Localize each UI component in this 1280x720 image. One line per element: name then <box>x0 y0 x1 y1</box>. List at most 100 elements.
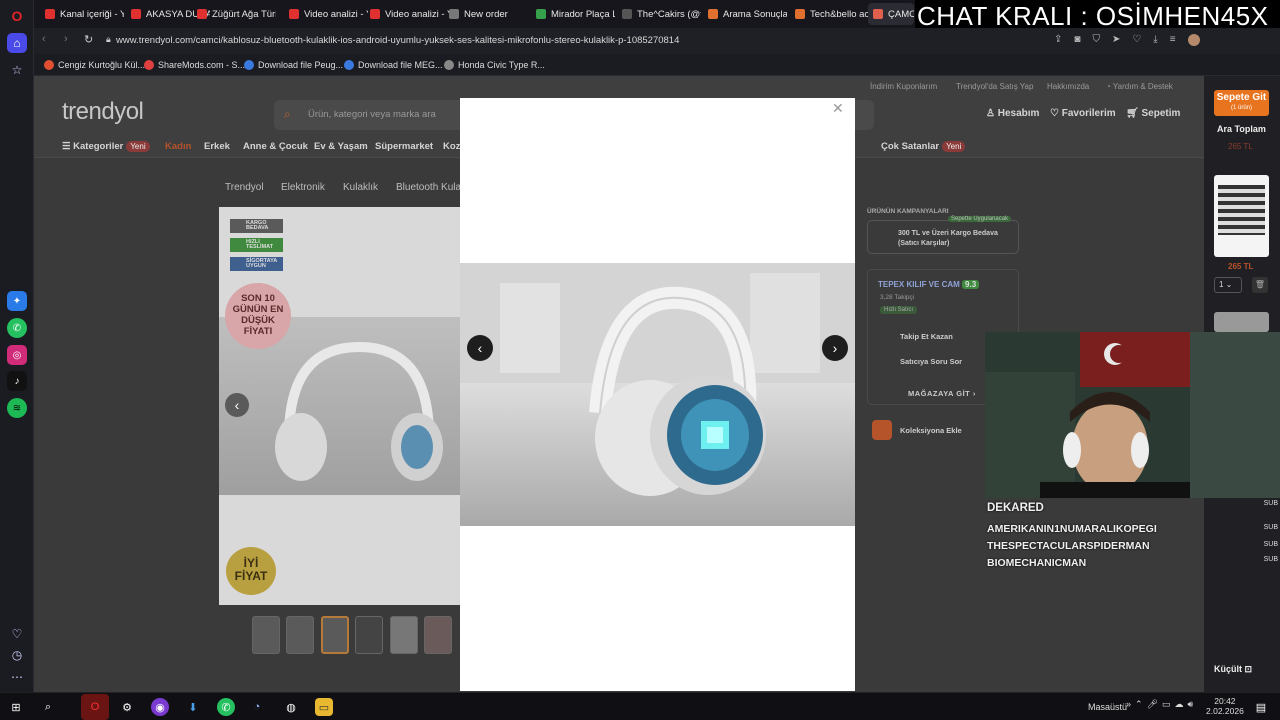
browser-tab[interactable]: New order <box>444 3 528 25</box>
windows-start-icon[interactable]: ⊞ <box>7 698 25 716</box>
thumbnail[interactable] <box>355 616 383 654</box>
nav-item-bestsellers[interactable]: Çok Satanlar Yeni <box>881 141 966 152</box>
prev-image-button[interactable]: ‹ <box>225 393 249 417</box>
browser-tab[interactable]: Video analizi - Yo <box>365 3 449 25</box>
browser-tab[interactable]: ÇAMCI K <box>868 3 914 25</box>
thumbnail[interactable] <box>424 616 452 654</box>
collection-icon[interactable] <box>872 420 892 440</box>
add-to-collection-link[interactable]: Koleksiyona Ekle <box>900 426 962 435</box>
menu-icon[interactable]: ≡ <box>1170 34 1176 48</box>
top-link[interactable]: Hakkımızda <box>1047 82 1089 91</box>
subtotal-value: 265 TL <box>1228 142 1253 151</box>
search-icon: ⌕ <box>284 107 291 121</box>
send-icon[interactable]: ➤ <box>1112 34 1120 48</box>
messenger-icon[interactable]: ✦ <box>7 291 27 311</box>
top-link[interactable]: Trendyol'da Satış Yap <box>956 82 1033 91</box>
browser-tab[interactable]: Tech&bello acce <box>790 3 874 25</box>
discord-icon[interactable]: ◉ <box>151 698 169 716</box>
opera-taskbar-icon[interactable]: O <box>81 694 109 720</box>
tab-favicon-icon <box>708 9 718 19</box>
bookmark-item[interactable]: Honda Civic Type R... <box>444 58 545 72</box>
whatsapp-icon[interactable]: ✆ <box>7 318 27 338</box>
thumbnail-selected[interactable] <box>321 616 349 654</box>
browser-tab[interactable]: Arama Sonuçları <box>703 3 787 25</box>
desktop-label[interactable]: Masaüstü <box>1088 702 1127 712</box>
top-link[interactable]: İndirim Kuponlarım <box>870 82 937 91</box>
browser-tab[interactable]: Kanal içeriği - Yo <box>40 3 124 25</box>
notification-icon[interactable]: ▤ <box>1252 698 1270 716</box>
browser-tab[interactable]: Mirador Plaça La <box>531 3 615 25</box>
home-icon[interactable]: ⌂ <box>7 33 27 53</box>
campaign-box[interactable]: Sepette Uygulanacak 300 TL ve Üzeri Karg… <box>867 216 1019 254</box>
bookmark-item[interactable]: Cengiz Kurtoğlu Kül... <box>44 58 145 72</box>
download-icon[interactable]: ⤓ <box>1153 34 1157 48</box>
history-icon[interactable]: ◷ <box>7 645 27 665</box>
opera-logo-icon[interactable]: O <box>7 6 27 26</box>
thumbnail[interactable] <box>252 616 280 654</box>
nav-item[interactable]: Ev & Yaşam <box>314 141 368 152</box>
modal-prev-button[interactable]: ‹ <box>467 335 493 361</box>
breadcrumb-item[interactable]: Trendyol <box>225 182 264 193</box>
instagram-icon[interactable]: ◎ <box>7 345 27 365</box>
quantity-select[interactable]: 1 ⌄ <box>1214 277 1242 293</box>
file-explorer-icon[interactable]: ▭ <box>315 698 333 716</box>
steam-icon[interactable]: ⚙ <box>118 698 136 716</box>
seller-name[interactable]: TEPEX KILIF VE CAM 9.3 <box>878 280 980 289</box>
back-icon[interactable]: ‹ <box>42 33 46 45</box>
camera-icon[interactable]: ◙ <box>1074 34 1080 48</box>
reload-icon[interactable]: ↻ <box>84 33 93 46</box>
clock[interactable]: 20:42 2.02.2026 <box>1206 696 1244 716</box>
trash-icon[interactable]: 🗑︎ <box>1252 277 1268 293</box>
thumbnail[interactable] <box>390 616 418 654</box>
close-icon[interactable]: ✕ <box>832 100 844 117</box>
bookmark-item[interactable]: Download file Peug... <box>244 58 343 72</box>
bookmark-item[interactable]: ShareMods.com - S... <box>144 58 245 72</box>
browser-tab[interactable]: The^Cakirs (@th <box>617 3 701 25</box>
whatsapp-taskbar-icon[interactable]: ✆ <box>217 698 235 716</box>
share-icon[interactable]: ⇪ <box>1054 34 1062 48</box>
bookmark-item[interactable]: Download file MEG... <box>344 58 443 72</box>
steam-taskbar-icon[interactable]: ◔ <box>248 698 266 716</box>
help-link[interactable]: ◔ Yardım & Destek <box>1106 82 1173 91</box>
categories-menu[interactable]: ☰ Kategoriler Yeni <box>62 141 150 152</box>
basket-item-image-2[interactable] <box>1214 312 1269 332</box>
breadcrumb-item[interactable]: Kulaklık <box>343 182 378 193</box>
url-field[interactable]: www.trendyol.com/camci/kablosuz-bluetoot… <box>116 32 1116 50</box>
obs-icon[interactable]: ◍ <box>282 698 300 716</box>
heart-icon[interactable]: ♡ <box>7 624 27 644</box>
profile-avatar[interactable] <box>1187 34 1200 46</box>
nav-item[interactable]: Koz <box>443 141 460 152</box>
browser-tab[interactable]: Video analizi - Yo <box>284 3 368 25</box>
spotify-icon[interactable]: ≋ <box>7 398 27 418</box>
breadcrumb-item[interactable]: Elektronik <box>281 182 325 193</box>
more-icon[interactable]: ⋯ <box>7 667 27 687</box>
thumbnail[interactable] <box>286 616 314 654</box>
tray-icons[interactable]: »⌃🎤︎▭☁🔊︎ <box>1126 699 1197 710</box>
forward-icon[interactable]: › <box>64 33 68 45</box>
ask-seller-link[interactable]: Satıcıya Soru Sor <box>900 357 962 366</box>
go-to-store-button[interactable]: MAĞAZAYA GİT › <box>908 389 976 398</box>
nav-item[interactable]: Süpermarket <box>375 141 433 152</box>
product-image[interactable]: KARGO BEDAVA HIZLI TESLİMAT SİGORTAYA UY… <box>219 207 464 605</box>
site-logo[interactable]: trendyol <box>62 98 144 126</box>
shrink-button[interactable]: Küçült ⊡ <box>1214 664 1269 680</box>
account-link[interactable]: ♙ Hesabım <box>986 108 1039 119</box>
basket-item-image[interactable] <box>1214 175 1269 257</box>
tiktok-icon[interactable]: ♪ <box>7 371 27 391</box>
nav-item[interactable]: Erkek <box>204 141 230 152</box>
app-icon[interactable]: ⬇ <box>184 698 202 716</box>
go-to-basket-button[interactable]: Sepete Git (1 ürün) <box>1214 90 1269 116</box>
bookmark-heart-icon[interactable]: ♡ <box>1132 34 1141 48</box>
favorites-link[interactable]: ♡ Favorilerim <box>1050 108 1116 119</box>
modal-next-button[interactable]: › <box>822 335 848 361</box>
cart-link[interactable]: 🛒︎ Sepetim <box>1126 108 1180 119</box>
browser-tab[interactable]: Züğürt Ağa Türk <box>192 3 276 25</box>
tab-label: Tech&bello acce <box>810 8 874 20</box>
nav-item[interactable]: Anne & Çocuk <box>243 141 308 152</box>
search-icon[interactable]: ⌕ <box>39 698 57 716</box>
nav-item[interactable]: Kadın <box>165 141 191 152</box>
star-icon[interactable]: ☆ <box>7 60 27 80</box>
shield-icon[interactable]: ⛉ <box>1092 34 1100 48</box>
breadcrumb-item[interactable]: Bluetooth Kulak <box>396 182 466 193</box>
follow-earn-link[interactable]: Takip Et Kazan <box>900 332 953 341</box>
